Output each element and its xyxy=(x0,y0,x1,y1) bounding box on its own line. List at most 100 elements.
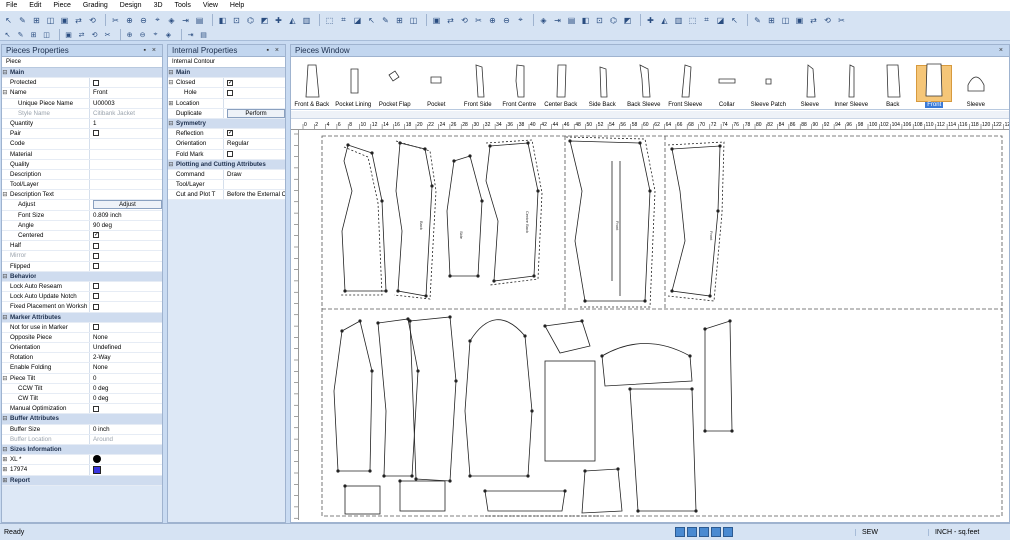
toolbar-tool-icon[interactable]: ⌬ xyxy=(608,15,619,26)
panel-pin-close-icon[interactable]: ▪ × xyxy=(266,47,281,54)
property-row[interactable]: Quantity 1 xyxy=(2,118,162,130)
property-checkbox[interactable] xyxy=(93,242,99,249)
property-checkbox[interactable] xyxy=(93,262,99,269)
property-row[interactable]: Mirror xyxy=(2,251,162,262)
piece-thumbnail[interactable]: Center Back xyxy=(540,58,582,109)
notch-point[interactable] xyxy=(670,147,674,151)
notch-point[interactable] xyxy=(380,199,384,203)
notch-point[interactable] xyxy=(563,489,567,493)
property-value[interactable] xyxy=(90,139,162,148)
menu-edit[interactable]: Edit xyxy=(23,0,47,11)
property-checkbox[interactable] xyxy=(227,78,233,87)
notch-point[interactable] xyxy=(694,509,698,513)
property-value[interactable]: Around xyxy=(90,435,162,444)
property-row[interactable]: ⊞ Location xyxy=(168,98,285,109)
piece-thumbnail[interactable]: Front Side xyxy=(457,58,499,109)
toolbar-tool-icon[interactable]: ⬚ xyxy=(324,15,335,26)
property-row[interactable]: Pair xyxy=(2,129,162,140)
property-row[interactable]: Not for use in Marker xyxy=(2,322,162,333)
notch-point[interactable] xyxy=(408,319,412,323)
property-row[interactable]: ⊞ 17974 xyxy=(2,465,162,476)
status-layer-icon[interactable] xyxy=(675,527,685,537)
property-row[interactable]: Lock Auto Reseam xyxy=(2,281,162,293)
notch-point[interactable] xyxy=(368,469,372,473)
menu-view[interactable]: View xyxy=(197,0,224,11)
notch-point[interactable] xyxy=(376,321,380,325)
panel-pin-close-icon[interactable]: ▪ × xyxy=(143,47,158,54)
property-value[interactable] xyxy=(90,465,162,474)
piece-thumbnail[interactable]: Front & Back xyxy=(291,58,333,109)
toolbar-tool-icon[interactable]: ⇄ xyxy=(445,15,456,26)
toolbar-tool-icon[interactable]: ⊡ xyxy=(231,15,242,26)
piece-thumbnail[interactable]: Pocket Lining xyxy=(333,58,375,109)
toolbar-tool-icon[interactable]: ◪ xyxy=(715,15,726,26)
notch-point[interactable] xyxy=(370,369,374,373)
property-row[interactable]: Tool/Layer xyxy=(2,180,162,191)
notch-point[interactable] xyxy=(454,379,458,383)
toolbar-tool-icon[interactable]: ⊞ xyxy=(394,15,405,26)
toolbar-tool-icon[interactable]: ⊕ xyxy=(125,30,134,39)
property-row[interactable]: Lock Auto Update Notch xyxy=(2,292,162,303)
toolbar-tool-icon[interactable]: ⟲ xyxy=(822,15,833,26)
property-group-header[interactable]: ⊟ Main xyxy=(168,68,285,79)
property-row[interactable]: Material xyxy=(2,149,162,160)
notch-point[interactable] xyxy=(448,274,452,278)
property-value[interactable]: 0.809 inch xyxy=(90,211,162,220)
property-value[interactable]: None xyxy=(90,333,162,342)
property-value[interactable]: Draw xyxy=(224,170,285,179)
property-value[interactable]: Undefined xyxy=(90,343,162,352)
toolbar-tool-icon[interactable]: ▥ xyxy=(673,15,684,26)
property-value[interactable] xyxy=(224,150,285,159)
property-row[interactable]: Adjust Adjust xyxy=(2,200,162,211)
toolbar-tool-icon[interactable]: ⊞ xyxy=(31,15,42,26)
property-value[interactable]: 1 xyxy=(90,119,162,128)
toolbar-tool-icon[interactable]: ▤ xyxy=(194,15,205,26)
notch-point[interactable] xyxy=(468,474,472,478)
property-value[interactable] xyxy=(90,251,162,260)
toolbar-tool-icon[interactable]: ⌗ xyxy=(701,15,712,26)
property-row[interactable]: Centered xyxy=(2,231,162,242)
property-row[interactable]: Half xyxy=(2,241,162,252)
toolbar-tool-icon[interactable]: ⌖ xyxy=(152,15,163,26)
menu-help[interactable]: Help xyxy=(224,0,250,11)
property-value[interactable] xyxy=(90,302,162,311)
notch-point[interactable] xyxy=(728,319,732,323)
toolbar-tool-icon[interactable]: ◫ xyxy=(408,15,419,26)
notch-point[interactable] xyxy=(343,289,347,293)
toolbar-tool-icon[interactable]: ◫ xyxy=(45,15,56,26)
status-view-icon[interactable] xyxy=(711,527,721,537)
notch-point[interactable] xyxy=(536,189,540,193)
property-value[interactable]: Regular xyxy=(224,139,285,148)
toolbar-tool-icon[interactable]: ↖ xyxy=(3,30,12,39)
notch-point[interactable] xyxy=(384,289,388,293)
property-group-header[interactable]: ⊟ Buffer Attributes xyxy=(2,414,162,425)
toolbar-tool-icon[interactable]: ⌬ xyxy=(245,15,256,26)
toolbar-tool-icon[interactable]: ◭ xyxy=(659,15,670,26)
piece-thumbnail[interactable]: Sleeve xyxy=(955,58,997,109)
property-value[interactable] xyxy=(90,160,162,169)
property-row[interactable]: Fold Mark xyxy=(168,149,285,160)
status-marker-icon[interactable] xyxy=(723,527,733,537)
toolbar-tool-icon[interactable]: ✂ xyxy=(103,30,112,39)
toolbar-tool-icon[interactable]: ✂ xyxy=(836,15,847,26)
toolbar-tool-icon[interactable]: ▤ xyxy=(566,15,577,26)
status-grid-icon[interactable] xyxy=(687,527,697,537)
notch-point[interactable] xyxy=(480,199,484,203)
toolbar-tool-icon[interactable]: ↖ xyxy=(366,15,377,26)
toolbar-tool-icon[interactable]: ◧ xyxy=(217,15,228,26)
notch-point[interactable] xyxy=(530,409,534,413)
toolbar-tool-icon[interactable]: ◩ xyxy=(622,15,633,26)
property-row[interactable]: Angle 90 deg xyxy=(2,220,162,231)
toolbar-tool-icon[interactable]: ▣ xyxy=(431,15,442,26)
notch-point[interactable] xyxy=(716,209,720,213)
property-value[interactable] xyxy=(90,404,162,413)
menu-file[interactable]: File xyxy=(0,0,23,11)
notch-point[interactable] xyxy=(468,339,472,343)
toolbar-tool-icon[interactable]: ⊖ xyxy=(138,15,149,26)
property-checkbox[interactable] xyxy=(93,130,99,137)
property-row[interactable]: Tool/Layer xyxy=(168,180,285,191)
notch-point[interactable] xyxy=(382,474,386,478)
property-row[interactable]: Duplicate Perform xyxy=(168,108,285,119)
property-checkbox[interactable] xyxy=(227,150,233,157)
property-row[interactable]: Orientation Undefined xyxy=(2,343,162,354)
